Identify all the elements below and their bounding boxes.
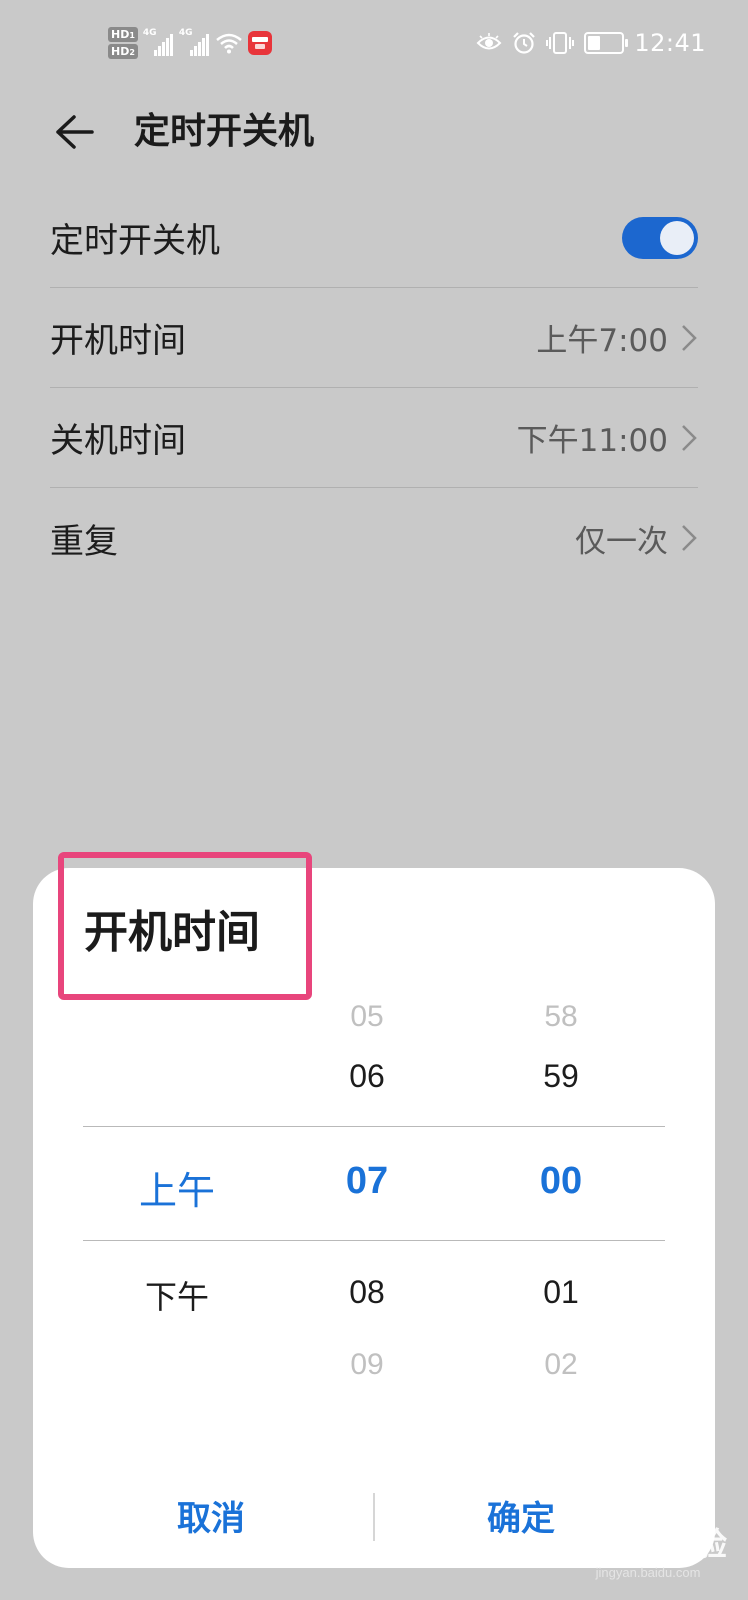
page-title: 定时开关机 [134,111,315,152]
back-button[interactable] [50,108,98,156]
battery-fill [588,36,600,50]
minute-far-prev[interactable]: 58 [481,1000,641,1034]
hour-next[interactable]: 08 [287,1274,447,1311]
schedule-toggle-switch[interactable] [622,216,698,259]
hour-selected[interactable]: 07 [287,1160,447,1203]
vibrate-icon [546,31,575,55]
wifi-icon [216,33,242,54]
sim1-label: 1 [129,31,135,40]
minute-selected[interactable]: 00 [481,1160,641,1203]
watermark-url: jingyan.baidu.com [595,1565,701,1580]
repeat-value: 仅一次 [575,523,668,560]
watermark: Baidu经验 jingyan.baidu.com [568,1519,728,1580]
chevron-right-icon [682,424,697,451]
status-right: 12:41 [476,24,706,62]
battery-icon [584,32,629,54]
watermark-logo: Baidu经验 [568,1526,728,1562]
minute-next[interactable]: 01 [481,1274,641,1311]
chevron-right-icon [682,324,697,351]
signal-icon: 4G [142,28,174,56]
minute-wheel[interactable]: 58 59 00 01 02 [481,1000,641,1420]
power-off-time-row[interactable]: 关机时间 下午11:00 [50,388,698,488]
clock: 12:41 [634,29,706,57]
net1-label: 4G [142,28,157,38]
hour-wheel[interactable]: 05 06 07 08 09 [287,1000,447,1420]
ampm-selected[interactable]: 上午 [97,1160,257,1215]
power-on-time-value: 上午7:00 [536,323,668,359]
power-off-time-value: 下午11:00 [516,423,668,459]
ampm-next[interactable]: 下午 [97,1272,257,1318]
repeat-label: 重复 [50,521,118,562]
arrow-left-icon [56,115,94,149]
app-header: 定时开关机 [0,88,748,176]
button-divider [373,1493,375,1541]
hd-icon: HD1 HD2 [108,27,138,59]
signal-icon: 4G [178,28,210,56]
sim2-label: 2 [129,48,135,57]
settings-list: 定时开关机 开机时间 上午7:00 关机时间 下午11:00 重复 仅一次 [50,188,698,588]
hour-prev[interactable]: 06 [287,1058,447,1095]
time-picker: 上午 下午 05 06 07 08 09 58 59 00 01 02 [33,1000,715,1420]
hd2-label: HD [111,45,130,58]
schedule-toggle-row[interactable]: 定时开关机 [50,188,698,288]
eye-comfort-icon [476,33,502,53]
hour-far-prev[interactable]: 05 [287,1000,447,1034]
hd1-label: HD [111,28,130,41]
chevron-right-icon [682,525,697,551]
status-bar: HD1 HD2 4G 4G 12:41 [0,0,748,86]
power-on-time-row[interactable]: 开机时间 上午7:00 [50,288,698,388]
minute-far-next[interactable]: 02 [481,1348,641,1382]
hour-far-next[interactable]: 09 [287,1348,447,1382]
alarm-icon [512,31,536,55]
minute-prev[interactable]: 59 [481,1058,641,1095]
power-off-time-label: 关机时间 [50,421,186,461]
cancel-button[interactable]: 取消 [91,1483,331,1547]
repeat-row[interactable]: 重复 仅一次 [50,488,698,588]
toggle-knob [660,220,694,255]
power-on-time-label: 开机时间 [50,321,186,361]
schedule-toggle-label: 定时开关机 [50,221,220,261]
dialog-title: 开机时间 [84,907,260,958]
app-badge-icon [247,31,272,55]
status-left: HD1 HD2 4G 4G [108,20,272,66]
ampm-wheel[interactable]: 上午 下午 [97,1000,257,1420]
time-picker-dialog: 开机时间 上午 下午 05 06 07 08 09 58 59 00 01 02… [33,852,715,1568]
net2-label: 4G [178,28,193,38]
